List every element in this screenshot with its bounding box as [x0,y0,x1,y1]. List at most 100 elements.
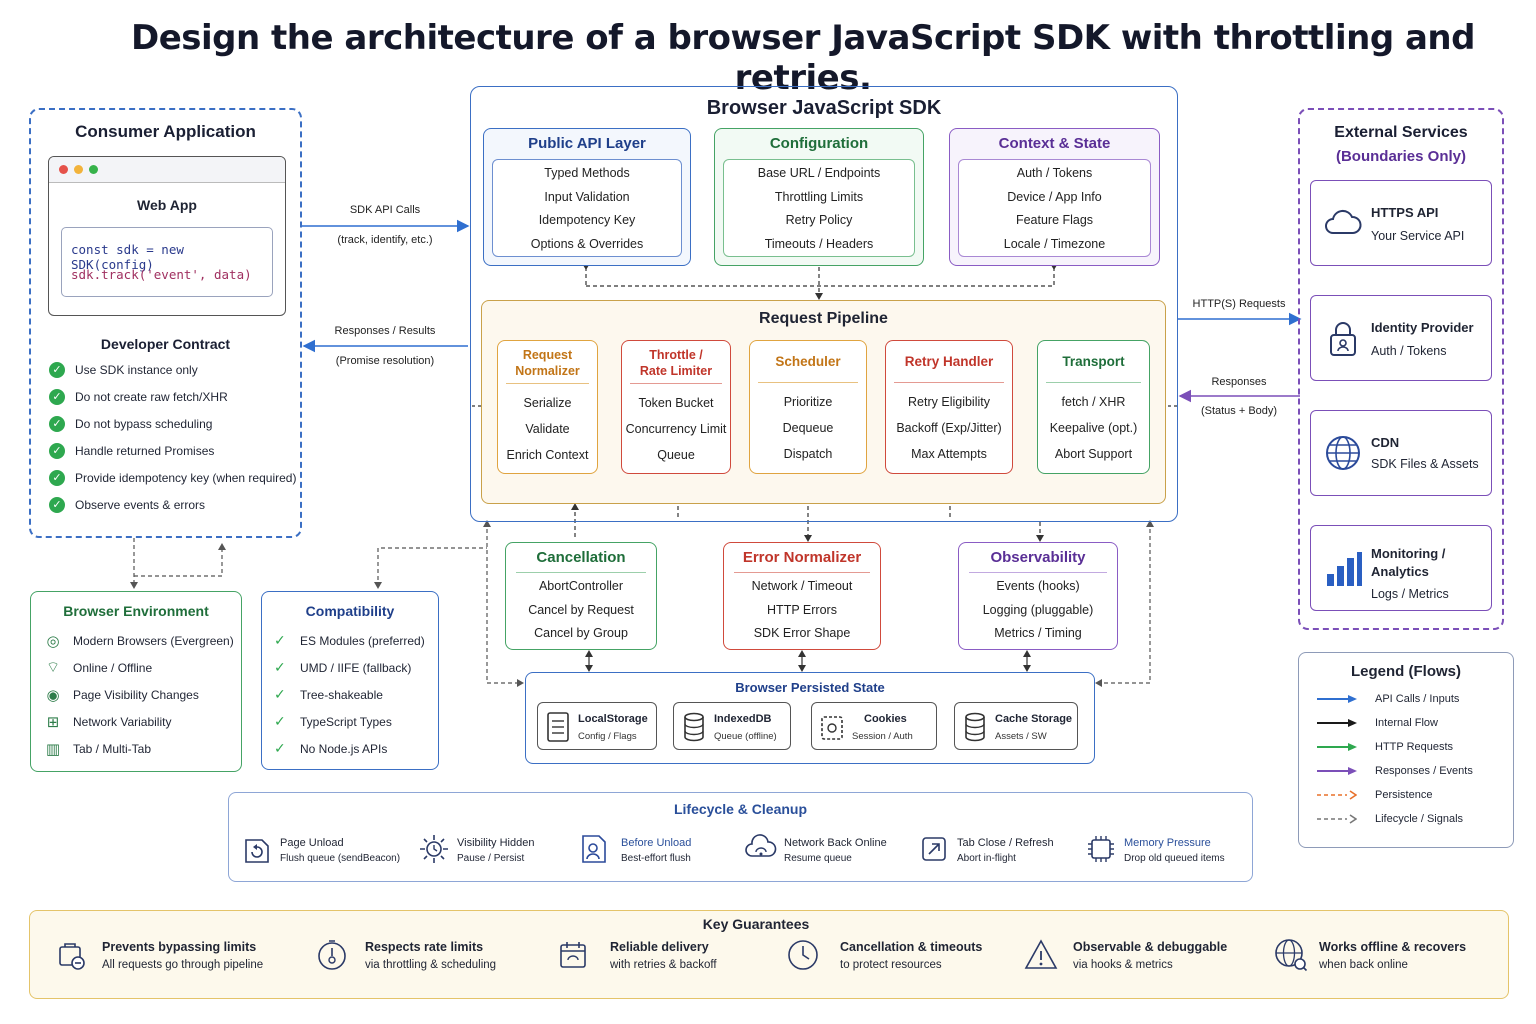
configuration-list: Base URL / Endpoints Throttling Limits R… [723,159,915,257]
list-item: AbortController [538,579,624,593]
check-circle-icon: ✓ [49,469,65,486]
service-sub: Logs / Metrics [1371,587,1449,601]
web-app-title: Web App [137,197,197,213]
window-titlebar [49,157,285,183]
public-api-layer-title: Public API Layer [528,135,646,152]
legend-swatch [1317,719,1357,727]
browser-environment-title: Browser Environment [63,603,209,619]
lifecycle-sub: Abort in-flight [957,853,1016,864]
legend-item: Responses / Events [1317,761,1473,781]
compatibility-title: Compatibility [305,603,395,619]
legend-swatch [1317,743,1357,751]
maximize-dot-icon [89,165,98,174]
pipeline-stage-transport: Transport fetch / XHR Keepalive (opt.) A… [1037,340,1150,474]
external-services-subtitle: (Boundaries Only) [1335,148,1466,165]
service-name: HTTPS API [1371,205,1439,220]
context-state-title: Context & State [998,135,1111,152]
lifecycle-name: Network Back Online [784,837,887,849]
guarantee-sub: with retries & backoff [610,959,717,971]
check-circle-icon: ✓ [49,442,65,459]
compat-item: ✓ ES Modules (preferred) [274,632,425,648]
lifecycle-name: Visibility Hidden [457,837,535,849]
store-cache-storage: Cache Storage Assets / SW [954,702,1078,750]
responses-results-label: Responses / Results [334,325,436,337]
stage-title: Scheduler [775,354,841,369]
legend-item: API Calls / Inputs [1317,689,1459,709]
key-guarantees-title: Key Guarantees [702,916,810,932]
list-item: Input Validation [544,189,630,204]
lifecycle-title: Lifecycle & Cleanup [673,801,808,817]
guarantee-sub: when back online [1319,959,1408,971]
lock-icon [1330,322,1356,356]
legend-item: HTTP Requests [1317,737,1453,757]
context-state-card: Context & State Auth / Tokens Device / A… [949,128,1160,266]
guarantee-name: Prevents bypassing limits [102,940,257,954]
list-item: Network / Timeout [751,579,853,593]
stage-title: Retry Handler [904,354,994,369]
tabs-icon: ▥ [45,740,61,758]
list-item: Throttling Limits [774,189,864,204]
browser-icon: ◎ [46,632,60,650]
store-cookies: Cookies Session / Auth [811,702,937,750]
globe-icon [1326,436,1360,470]
sun-icon [420,835,448,863]
compat-item: ✓ TypeScript Types [274,713,392,729]
env-item: ◉ Page Visibility Changes [43,681,241,708]
lifecycle-name: Page Unload [280,837,344,849]
lifecycle-name: Memory Pressure [1124,837,1211,849]
list-item: Max Attempts [911,447,987,461]
legend-panel: Legend (Flows) API Calls / Inputs Intern… [1298,652,1514,848]
store-sub: Assets / SW [995,731,1047,742]
service-sub: Auth / Tokens [1371,344,1447,358]
stage-title: Request [522,348,573,362]
developer-contract-list: ✓ Use SDK instance only ✓ Do not create ra… [49,356,299,518]
list-item: Device / App Info [1007,189,1102,204]
sdk-api-calls-sublabel: (track, identify, etc.) [337,234,433,246]
list-item: Locale / Timezone [1003,236,1106,251]
env-item: ◎ Modern Browsers (Evergreen) [43,627,241,654]
public-api-layer-card: Public API Layer Typed Methods Input Val… [483,128,691,266]
check-icon: ✓ [274,686,286,702]
legend-swatch [1317,767,1357,775]
lifecycle-sub: Drop old queued items [1124,853,1225,864]
guarantee-sub: to protect resources [840,959,942,971]
list-item: Metrics / Timing [994,626,1082,640]
cloud-sync-icon [745,834,777,857]
lifecycle-sub: Best-effort flush [621,853,691,864]
list-item: Enrich Context [506,448,589,462]
code-line-1: const sdk = new SDK(config) [71,242,184,272]
list-item: Cancel by Request [528,602,634,617]
list-item: Serialize [523,396,572,410]
list-item: Retry Policy [785,213,853,227]
observability-card: Observability Events (hooks) Logging (pl… [958,542,1118,650]
lifecycle-name: Before Unload [621,837,692,849]
configuration-title: Configuration [769,135,869,152]
legend-item: Lifecycle / Signals [1317,809,1463,829]
document-icon [547,712,569,742]
pipeline-stage-throttle: Throttle / Rate Limiter Token Bucket Con… [621,340,731,474]
list-item: Typed Methods [544,166,630,180]
pipeline-lock-icon [59,943,85,970]
minimize-dot-icon [74,165,83,174]
list-item: Concurrency Limit [625,422,727,436]
configuration-card: Configuration Base URL / Endpoints Throt… [714,128,924,266]
service-sub: SDK Files & Assets [1371,457,1479,471]
list-item: Dequeue [782,421,834,435]
list-item: Validate [525,422,570,436]
contract-item: ✓ Do not create raw fetch/XHR [49,383,299,410]
list-item: Auth / Tokens [1016,166,1093,180]
external-monitoring: Monitoring / Analytics Logs / Metrics [1310,525,1492,611]
alert-triangle-icon [1024,939,1058,969]
env-item: ▥ Tab / Multi-Tab [43,735,241,762]
cancellation-card: Cancellation AbortController Cancel by R… [505,542,657,650]
env-item: ⊞ Network Variability [43,708,241,735]
store-sub: Config / Flags [578,731,637,742]
compatibility-card: Compatibility ✓ ES Modules (preferred) ✓ U… [261,591,439,770]
code-snippet: const sdk = new SDK(config) sdk.track('e… [61,227,273,297]
legend-swatch [1317,695,1357,703]
list-item: Events (hooks) [996,579,1080,593]
check-icon: ✓ [274,632,286,648]
store-name: IndexedDB [714,713,772,725]
network-icon: ⊞ [46,713,60,731]
guarantee-name: Observable & debuggable [1073,940,1228,954]
